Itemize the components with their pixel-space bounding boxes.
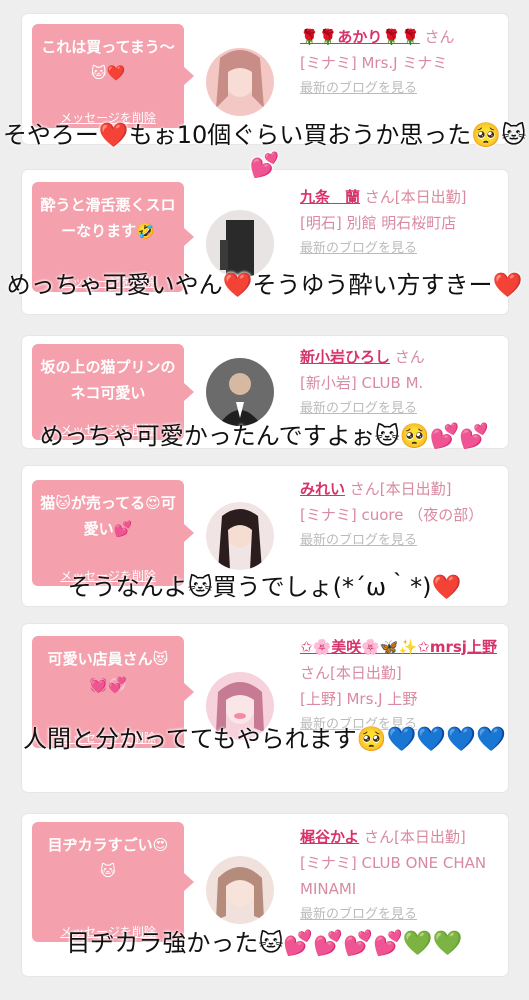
message-text: 可愛い店員さん😻💓💞 — [47, 650, 169, 694]
member-honorific: さん[本日出勤] — [349, 480, 452, 498]
message-text: 猫🐱が売ってる😍可愛い💕 — [40, 494, 176, 538]
message-text: 目ヂカラすごい😍🐱 — [47, 836, 169, 880]
blog-link[interactable]: 最新のブログを見る — [300, 236, 500, 262]
avatar-image — [206, 358, 274, 426]
member-honorific: さん — [394, 348, 425, 366]
overlay-caption: 目ヂカラ強かった🐱💕💕💕💕💚💚 — [66, 929, 463, 957]
store-name: [ミナミ] cuore （夜の部） — [300, 506, 484, 524]
avatar[interactable] — [206, 210, 274, 278]
avatar[interactable] — [206, 358, 274, 426]
member-name-link[interactable]: ✩🌸美咲🌸🦋✨✩mrsj上野 — [300, 638, 497, 656]
member-name-link[interactable]: みれい — [300, 480, 345, 498]
avatar[interactable] — [206, 502, 274, 570]
avatar-image — [206, 210, 274, 278]
avatar-image — [206, 856, 274, 924]
avatar[interactable] — [206, 48, 274, 116]
message-bubble: これは買ってまう〜🐱❤️ メッセージを削除 — [32, 24, 194, 128]
overlay-caption: めっちゃ可愛いやん❤️そうゆう酔い方すきー❤️ — [6, 271, 523, 299]
store-name: [上野] Mrs.J 上野 — [300, 690, 418, 708]
store-name: [新小岩] CLUB M. — [300, 374, 424, 392]
member-honorific: さん[本日出勤] — [364, 188, 467, 206]
message-bubble: 猫🐱が売ってる😍可愛い💕 メッセージを削除 — [32, 480, 194, 586]
member-info: みれい さん[本日出勤] [ミナミ] cuore （夜の部） 最新のブログを見る — [300, 476, 500, 554]
member-honorific: さん[本日出勤] — [300, 664, 402, 682]
overlay-caption: めっちゃ可愛かったんですよぉ🐱🥺💕💕 — [39, 422, 490, 450]
overlay-caption: そうなんよ🐱買うでしょ(*´ω｀*)❤️ — [67, 573, 462, 601]
message-text: 坂の上の猫プリンのネコ可愛い — [40, 358, 176, 402]
member-info: 九条 蘭 さん[本日出勤] [明石] 別館 明石桜町店 最新のブログを見る — [300, 184, 500, 262]
blog-link[interactable]: 最新のブログを見る — [300, 528, 500, 554]
member-name-link[interactable]: 九条 蘭 — [300, 188, 360, 206]
message-bubble: 目ヂカラすごい😍🐱 メッセージを削除 — [32, 822, 194, 942]
member-name-link[interactable]: 梶谷かよ — [300, 828, 359, 846]
overlay-caption: 人間と分かっててもやられます🥺💙💙💙💙 — [22, 725, 506, 753]
blog-link[interactable]: 最新のブログを見る — [300, 902, 500, 928]
message-text: これは買ってまう〜🐱❤️ — [41, 38, 175, 82]
message-text: 酔うと滑舌悪くスローなります🤣 — [40, 196, 176, 240]
blog-link[interactable]: 最新のブログを見る — [300, 396, 500, 422]
member-honorific: さん[本日出勤] — [364, 828, 466, 846]
store-name: [ミナミ] CLUB ONE CHAN MINAMI — [300, 854, 487, 898]
blog-link[interactable]: 最新のブログを見る — [300, 76, 500, 102]
overlay-caption: そやろー❤️もぉ10個ぐらい買おうか思った🥺🐱💕 — [2, 121, 527, 179]
member-info: 🌹🌹あかり🌹🌹 さん [ミナミ] Mrs.J ミナミ 最新のブログを見る — [300, 24, 500, 102]
member-name-link[interactable]: 新小岩ひろし — [300, 348, 390, 366]
member-info: 新小岩ひろし さん [新小岩] CLUB M. 最新のブログを見る — [300, 344, 500, 422]
store-name: [ミナミ] Mrs.J ミナミ — [300, 54, 448, 72]
avatar[interactable] — [206, 856, 274, 924]
member-honorific: さん — [424, 28, 455, 46]
message-card: 可愛い店員さん😻💓💞 メッセージを削除 ✩🌸美咲🌸🦋✨✩mrsj上野 さん[本日… — [22, 624, 508, 792]
member-info: ✩🌸美咲🌸🦋✨✩mrsj上野 さん[本日出勤] [上野] Mrs.J 上野 最新… — [300, 634, 500, 738]
avatar-image — [206, 502, 274, 570]
store-name: [明石] 別館 明石桜町店 — [300, 214, 457, 232]
member-name-link[interactable]: 🌹🌹あかり🌹🌹 — [300, 28, 420, 46]
avatar-image — [206, 48, 274, 116]
member-info: 梶谷かよ さん[本日出勤] [ミナミ] CLUB ONE CHAN MINAMI… — [300, 824, 500, 928]
